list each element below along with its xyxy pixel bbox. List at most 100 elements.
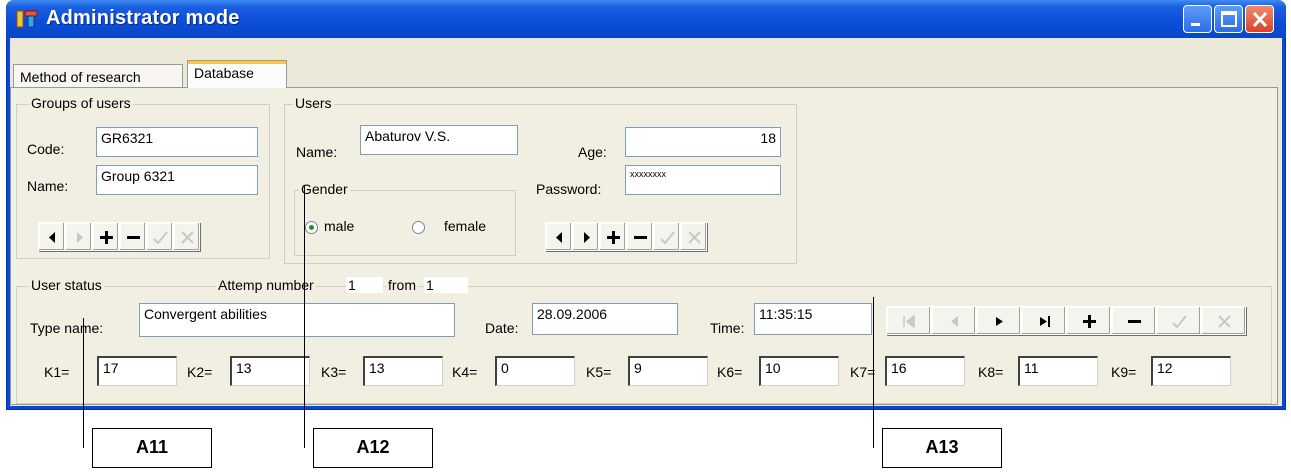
- users-next-button[interactable]: [572, 222, 599, 251]
- type-name-field[interactable]: Convergent abilities: [139, 303, 455, 337]
- k3-field[interactable]: 13: [363, 356, 443, 386]
- k1-label: K1=: [44, 364, 70, 380]
- groups-post-button[interactable]: [146, 222, 173, 251]
- k5-label: K5=: [586, 364, 612, 380]
- status-delete-button[interactable]: [1111, 306, 1156, 335]
- gender-male-radio[interactable]: [305, 221, 318, 234]
- callout-a11: A11: [92, 428, 212, 468]
- last-icon: [1040, 316, 1050, 327]
- user-name-label: Name:: [296, 144, 338, 160]
- attempt-number-label: Attemp number: [216, 277, 316, 293]
- post-icon: [153, 231, 168, 245]
- groups-prior-button[interactable]: [38, 222, 65, 251]
- gender-female-label: female: [444, 218, 487, 234]
- user-name-field[interactable]: Abaturov V.S.: [360, 125, 518, 155]
- password-label: Password:: [536, 181, 602, 197]
- groups-next-button[interactable]: [65, 222, 92, 251]
- groups-delete-button[interactable]: [119, 222, 146, 251]
- date-field[interactable]: 28.09.2006: [532, 303, 678, 335]
- status-next-button[interactable]: [976, 306, 1021, 335]
- users-legend: Users: [293, 95, 334, 111]
- k7-label: K7=: [850, 364, 876, 380]
- group-name-field[interactable]: Group 6321: [96, 165, 258, 195]
- maximize-icon: [1221, 11, 1237, 27]
- group-name-label: Name:: [27, 178, 69, 194]
- status-insert-button[interactable]: [1066, 306, 1111, 335]
- callout-a13: A13: [882, 428, 1002, 468]
- k4-label: K4=: [452, 364, 478, 380]
- status-first-button[interactable]: [886, 306, 931, 335]
- close-button[interactable]: [1245, 5, 1274, 33]
- first-icon: [903, 314, 915, 329]
- users-delete-button[interactable]: [626, 222, 653, 251]
- delete-icon: [1128, 320, 1141, 323]
- prior-icon: [49, 232, 55, 243]
- cancel-icon: [1218, 315, 1231, 328]
- status-prior-button[interactable]: [931, 306, 976, 335]
- next-icon: [77, 232, 83, 243]
- gender-legend: Gender: [299, 181, 350, 197]
- insert-icon: [100, 231, 113, 244]
- from-label: from: [386, 277, 418, 293]
- users-prior-button[interactable]: [545, 222, 572, 251]
- tab-database[interactable]: Database: [187, 60, 287, 88]
- groups-of-users-legend: Groups of users: [29, 95, 133, 111]
- time-label: Time:: [710, 320, 745, 336]
- users-post-button[interactable]: [653, 222, 680, 251]
- users-cancel-button[interactable]: [680, 222, 707, 251]
- k2-field[interactable]: 13: [230, 356, 310, 386]
- next-icon: [584, 232, 590, 243]
- k2-label: K2=: [187, 364, 213, 380]
- user-status-legend: User status: [29, 277, 104, 293]
- callout-a12: A12: [313, 428, 433, 468]
- window-title: Administrator mode: [46, 7, 240, 29]
- type-name-label: Type name:: [30, 320, 104, 336]
- group-code-field[interactable]: GR6321: [96, 127, 258, 157]
- tab-method-of-research[interactable]: Method of research: [13, 64, 183, 87]
- cancel-icon: [181, 231, 194, 244]
- delete-icon: [634, 236, 647, 239]
- coefficients-row: K1= 17 K2= 13 K3= 13 K4= 0 K5= 9 K6= 10 K7= 16 K8= 11 K9…: [0, 350, 1291, 390]
- gender-male-label: male: [324, 218, 355, 234]
- group-code-label: Code:: [27, 141, 65, 157]
- callout-leader-a11: [83, 318, 84, 448]
- k6-label: K6=: [717, 364, 743, 380]
- title-bar[interactable]: Administrator mode: [6, 0, 1286, 38]
- time-field[interactable]: 11:35:15: [754, 303, 872, 335]
- insert-icon: [1083, 315, 1096, 328]
- groups-cancel-button[interactable]: [173, 222, 200, 251]
- attempt-number-value: 1: [346, 277, 383, 293]
- users-insert-button[interactable]: [599, 222, 626, 251]
- password-field[interactable]: xxxxxxxx: [625, 165, 781, 195]
- callout-leader-a12: [304, 185, 305, 448]
- post-icon: [660, 231, 675, 245]
- app-icon: [16, 8, 38, 30]
- k1-field[interactable]: 17: [97, 356, 177, 386]
- k9-field[interactable]: 12: [1151, 356, 1231, 386]
- prior-icon: [951, 316, 958, 327]
- from-value: 1: [424, 277, 468, 293]
- k4-field[interactable]: 0: [495, 356, 575, 386]
- minimize-icon: [1191, 23, 1200, 26]
- age-label: Age:: [578, 144, 607, 160]
- status-last-button[interactable]: [1021, 306, 1066, 335]
- age-field[interactable]: 18: [625, 127, 781, 157]
- status-cancel-button[interactable]: [1201, 306, 1246, 335]
- minimize-button[interactable]: [1183, 5, 1212, 33]
- k9-label: K9=: [1111, 364, 1137, 380]
- post-icon: [1172, 315, 1187, 329]
- k5-field[interactable]: 9: [628, 356, 708, 386]
- groups-insert-button[interactable]: [92, 222, 119, 251]
- k7-field[interactable]: 16: [885, 356, 965, 386]
- prior-icon: [556, 232, 562, 243]
- gender-female-radio[interactable]: [412, 221, 425, 234]
- k6-field[interactable]: 10: [759, 356, 839, 386]
- next-icon: [996, 317, 1003, 326]
- k3-label: K3=: [321, 364, 347, 380]
- insert-icon: [607, 231, 620, 244]
- maximize-button[interactable]: [1214, 5, 1243, 33]
- close-icon: [1252, 11, 1268, 28]
- date-label: Date:: [485, 320, 519, 336]
- k8-field[interactable]: 11: [1018, 356, 1098, 386]
- status-post-button[interactable]: [1156, 306, 1201, 335]
